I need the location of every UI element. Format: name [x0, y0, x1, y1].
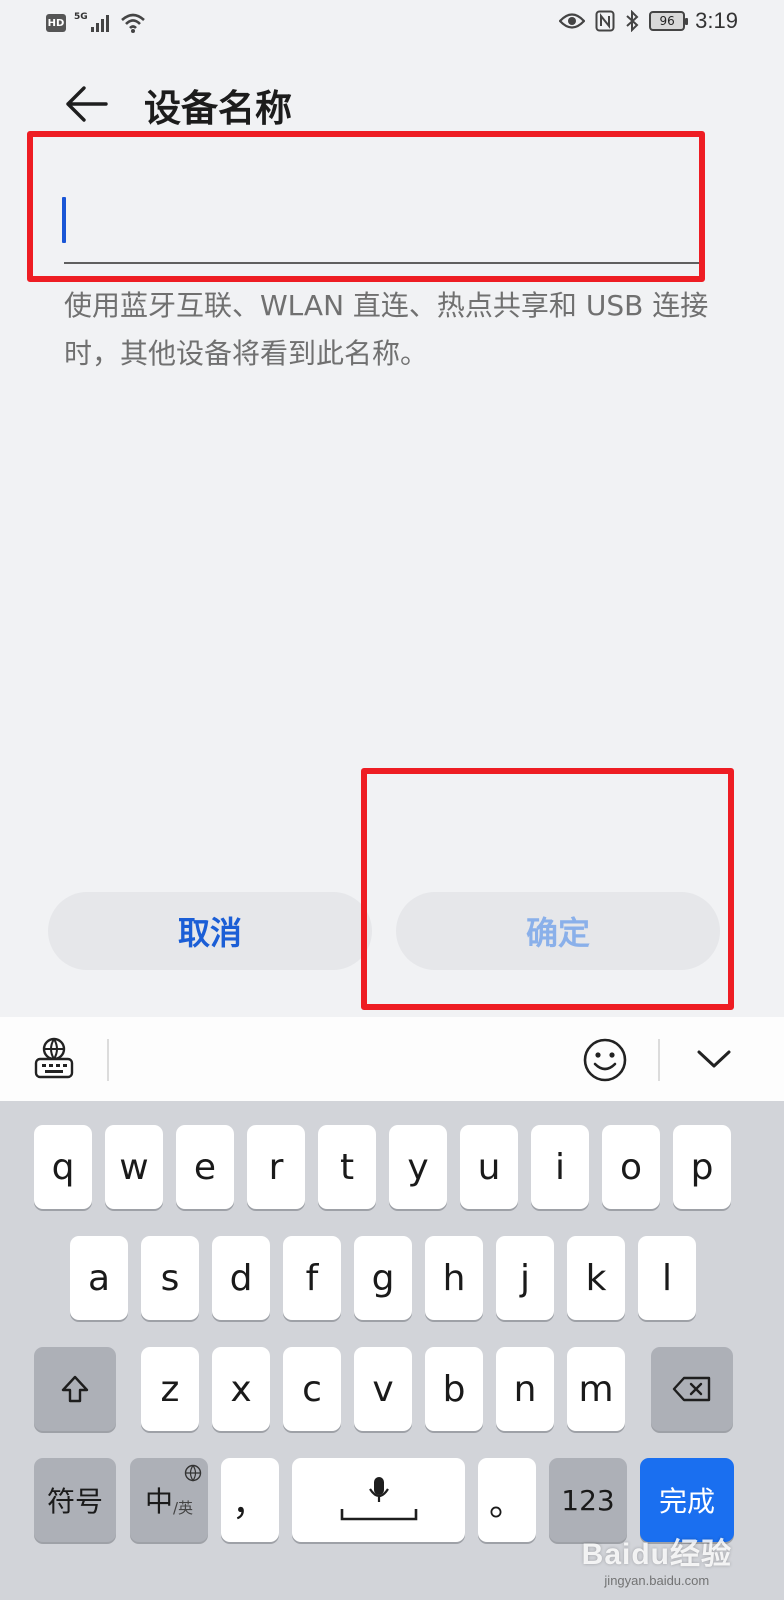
key-y[interactable]: y [389, 1125, 447, 1209]
key-n[interactable]: n [496, 1347, 554, 1431]
emoji-icon[interactable] [582, 1037, 628, 1083]
shift-key[interactable] [34, 1347, 116, 1431]
globe-icon [184, 1464, 202, 1482]
back-arrow-icon[interactable] [62, 82, 110, 126]
key-v[interactable]: v [354, 1347, 412, 1431]
keyboard-toolbar [0, 1017, 784, 1101]
battery-percent: 96 [659, 14, 675, 28]
watermark-url: jingyan.baidu.com [604, 1573, 710, 1588]
key-j[interactable]: j [496, 1236, 554, 1320]
key-h[interactable]: h [425, 1236, 483, 1320]
page-title: 设备名称 [144, 87, 292, 130]
key-r[interactable]: r [247, 1125, 305, 1209]
wifi-icon [120, 13, 145, 33]
key-p[interactable]: p [673, 1125, 731, 1209]
bluetooth-icon [626, 10, 639, 32]
lang-sub-label: /英 [172, 1498, 194, 1517]
comma-key[interactable]: ， [221, 1458, 279, 1542]
key-k[interactable]: k [567, 1236, 625, 1320]
key-s[interactable]: s [141, 1236, 199, 1320]
hd-badge: HD [46, 14, 66, 32]
cancel-button[interactable]: 取消 [48, 892, 372, 970]
highlight-box-input [27, 131, 705, 282]
key-d[interactable]: d [212, 1236, 270, 1320]
key-q[interactable]: q [34, 1125, 92, 1209]
eye-icon [559, 13, 586, 29]
key-z[interactable]: z [141, 1347, 199, 1431]
chevron-down-icon[interactable] [696, 1047, 732, 1071]
device-name-hint: 使用蓝牙互联、WLAN 直连、热点共享和 USB 连接时，其他设备将看到此名称。 [64, 289, 709, 370]
key-o[interactable]: o [602, 1125, 660, 1209]
status-time: 3:19 [695, 8, 738, 33]
status-bar-right: 96 3:19 [559, 8, 738, 34]
signal-icon [90, 15, 109, 32]
status-bar-left: HD 5G [46, 12, 146, 34]
nfc-icon [595, 10, 615, 32]
microphone-icon [340, 1477, 417, 1521]
key-f[interactable]: f [283, 1236, 341, 1320]
key-t[interactable]: t [318, 1125, 376, 1209]
key-g[interactable]: g [354, 1236, 412, 1320]
key-c[interactable]: c [283, 1347, 341, 1431]
key-e[interactable]: e [176, 1125, 234, 1209]
key-w[interactable]: w [105, 1125, 163, 1209]
shift-arrow-icon [61, 1375, 89, 1403]
symbols-key[interactable]: 符号 [34, 1458, 116, 1542]
key-i[interactable]: i [531, 1125, 589, 1209]
key-m[interactable]: m [567, 1347, 625, 1431]
key-x[interactable]: x [212, 1347, 270, 1431]
backspace-icon [672, 1376, 711, 1402]
toolbar-divider [107, 1039, 109, 1081]
key-b[interactable]: b [425, 1347, 483, 1431]
period-key[interactable]: 。 [478, 1458, 536, 1542]
key-l[interactable]: l [638, 1236, 696, 1320]
lang-main-label: 中 [144, 1485, 173, 1518]
keyboard-settings-icon[interactable] [34, 1037, 74, 1079]
key-a[interactable]: a [70, 1236, 128, 1320]
keyboard: q w e r t y u i o p a s d f g h j k l z … [0, 1101, 784, 1600]
language-switch-key[interactable]: 中/英 [130, 1458, 208, 1542]
space-key[interactable] [292, 1458, 465, 1542]
toolbar-divider [658, 1039, 660, 1081]
watermark: Baidu经验 jingyan.baidu.com [582, 1529, 732, 1588]
network-type-label: 5G [74, 12, 88, 22]
battery-icon: 96 [649, 11, 689, 31]
backspace-key[interactable] [651, 1347, 733, 1431]
watermark-main: Baidu经验 [581, 1538, 732, 1571]
highlight-box-confirm [361, 768, 734, 1010]
key-u[interactable]: u [460, 1125, 518, 1209]
